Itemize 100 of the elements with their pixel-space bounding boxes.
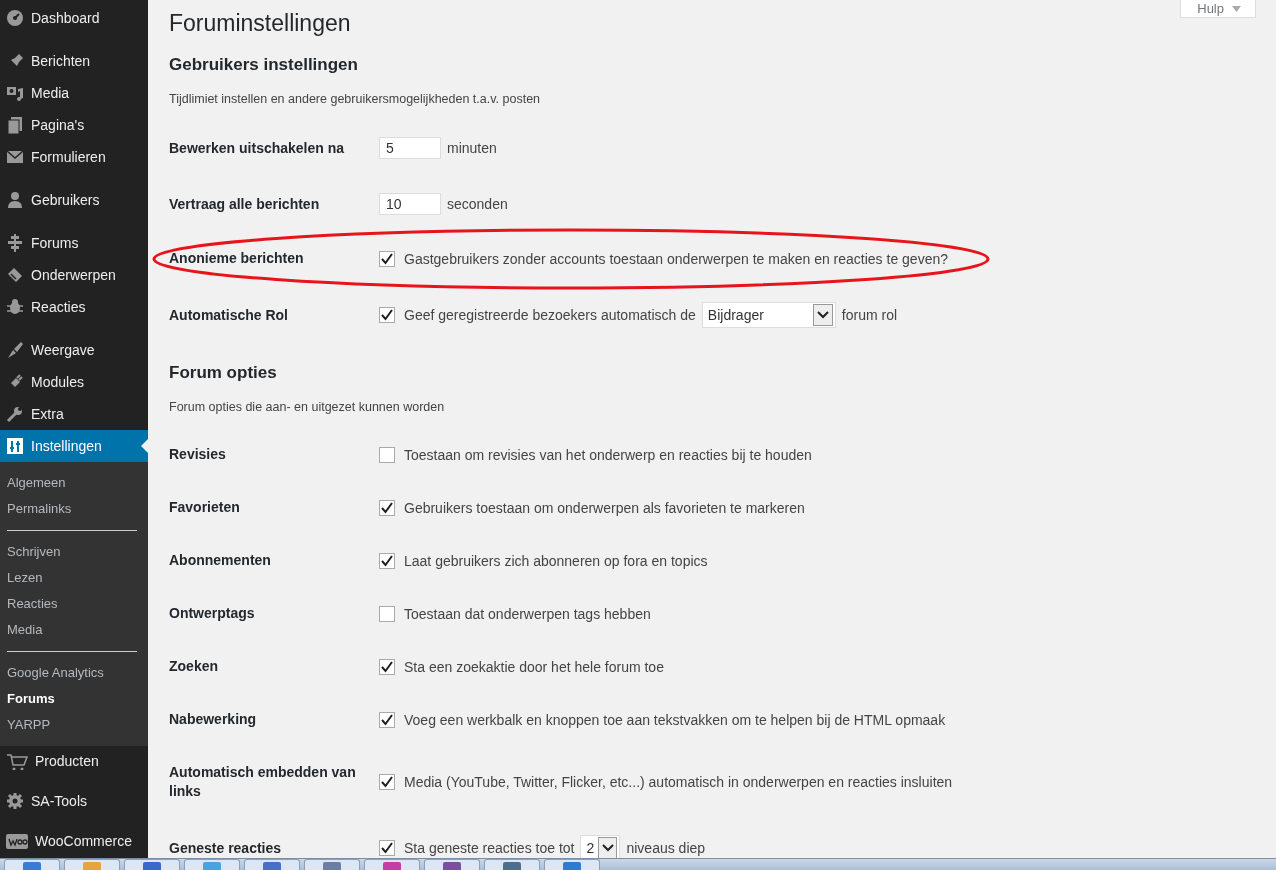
sidebar-item[interactable]: Reacties — [0, 291, 148, 323]
caret-icon — [598, 837, 618, 858]
app-icon — [203, 862, 221, 870]
sidebar-item[interactable]: Gebruikers — [0, 184, 148, 216]
checkbox[interactable] — [379, 250, 395, 267]
taskbar-button[interactable] — [4, 859, 60, 870]
taskbar-button[interactable] — [364, 859, 420, 870]
setting-label: Revisies — [169, 445, 227, 464]
app-icon — [323, 862, 341, 870]
woo-logo-icon — [6, 832, 28, 850]
checkbox[interactable] — [379, 552, 395, 569]
checkbox[interactable] — [379, 840, 395, 856]
checkbox-label: Toestaan dat onderwerpen tags hebben — [404, 605, 651, 622]
setting-label: Ontwerptags — [169, 604, 256, 623]
wrench-icon — [6, 405, 24, 423]
submenu-item[interactable]: Google Analytics — [0, 660, 148, 686]
checkbox-label: Media (YouTube, Twitter, Flicker, etc...) automatisch in onderwerpen en reacties insluiten — [404, 774, 953, 790]
checkbox-label: Laat gebruikers zich abonneren op fora en topics — [404, 552, 708, 569]
media-icon — [6, 84, 24, 102]
checkbox[interactable] — [379, 658, 395, 675]
sidebar-item[interactable]: Forums — [0, 227, 148, 259]
taskbar-button[interactable] — [184, 859, 240, 870]
app-icon — [23, 862, 41, 870]
submenu-item[interactable]: Lezen — [0, 565, 148, 591]
checkbox-label: Sta geneste reacties toe tot — [404, 840, 575, 856]
setting-label: Abonnementen — [169, 551, 272, 570]
submenu-item[interactable]: Algemeen — [0, 470, 148, 496]
setting-label: Zoeken — [169, 657, 219, 676]
page-title: Foruminstellingen — [169, 9, 351, 37]
setting-label: Anonieme berichten — [169, 249, 305, 268]
dropdown-suffix: forum rol — [841, 307, 898, 323]
unit-label: minuten — [447, 140, 497, 156]
checkbox-label: Toestaan om revisies van het onderwerp en reacties bij te houden — [404, 446, 812, 463]
checkbox[interactable] — [379, 446, 395, 463]
submenu-item[interactable]: YARPP — [0, 712, 148, 738]
checkbox-label: Geef geregistreerde bezoekers automatisch de — [404, 307, 696, 323]
app-icon — [143, 862, 161, 870]
cart-icon — [6, 752, 28, 770]
setting-label: Automatische Rol — [169, 305, 289, 325]
checkbox[interactable] — [379, 499, 395, 516]
dropdown[interactable]: Bijdrager — [701, 302, 836, 328]
checkbox-label: Sta een zoekaktie door het hele forum toe — [404, 658, 664, 675]
person-icon — [6, 191, 24, 209]
setting-label: Automatisch embedden van links — [169, 763, 357, 801]
taskbar-button[interactable] — [484, 859, 540, 870]
sidebar-item[interactable]: Extra — [0, 398, 148, 430]
checkbox-label: Voeg een werkbalk en knoppen toe aan tekstvakken om te helpen bij de HTML opmaak — [404, 711, 946, 728]
sidebar-item[interactable]: Modules — [0, 366, 148, 398]
checkbox[interactable] — [379, 711, 395, 728]
sidebar-item[interactable]: Dashboard — [0, 2, 148, 34]
envelope-icon — [6, 148, 24, 166]
caret-icon — [1232, 5, 1241, 12]
submenu-item[interactable]: Permalinks — [0, 496, 148, 522]
gear-icon — [6, 792, 24, 810]
app-icon — [503, 862, 521, 870]
checkbox[interactable] — [379, 307, 395, 323]
taskbar-button[interactable] — [124, 859, 180, 870]
section-heading: Gebruikers instellingen — [169, 54, 359, 76]
sliders-icon — [6, 437, 24, 455]
taskbar-button[interactable] — [544, 859, 600, 870]
taskbar-button[interactable] — [244, 859, 300, 870]
sidebar-item[interactable]: Instellingen — [0, 430, 148, 462]
submenu-item[interactable]: Schrijven — [0, 539, 148, 565]
sidebar-item[interactable]: Berichten — [0, 45, 148, 77]
taskbar-button[interactable] — [424, 859, 480, 870]
submenu-item[interactable]: Reacties — [0, 591, 148, 617]
dropdown-suffix: niveaus diep — [626, 840, 706, 856]
sidebar-item[interactable]: Onderwerpen — [0, 259, 148, 291]
dropdown[interactable]: 2 — [580, 835, 621, 858]
section-description: Forum opties die aan- en uitgezet kunnen worden — [169, 399, 446, 416]
sidebar-item[interactable]: Producten — [0, 746, 148, 776]
section-description: Tijdlimiet instellen en andere gebruikersmogelijkheden t.a.v. posten — [169, 91, 542, 108]
taskbar-button[interactable] — [304, 859, 360, 870]
checkbox-label: Gebruikers toestaan om onderwerpen als favorieten te markeren — [404, 499, 805, 516]
setting-label: Nabewerking — [169, 710, 258, 729]
app-icon — [443, 862, 461, 870]
checkbox[interactable] — [379, 605, 395, 622]
sidebar-item[interactable]: WooCommerce — [0, 826, 148, 856]
submenu-item[interactable]: Forums — [0, 686, 148, 712]
submenu-item[interactable]: Media — [0, 617, 148, 643]
sidebar-item[interactable]: Weergave — [0, 334, 148, 366]
sidebar-item[interactable]: Pagina's — [0, 109, 148, 141]
app-icon — [563, 862, 581, 870]
sidebar-item[interactable]: Formulieren — [0, 141, 148, 173]
stack-icon — [6, 234, 24, 252]
help-button[interactable]: Hulp — [1180, 0, 1256, 18]
caret-icon — [812, 304, 833, 326]
setting-label: Vertraag alle berichten — [169, 194, 321, 214]
app-icon — [263, 862, 281, 870]
sidebar-item[interactable]: SA-Tools — [0, 786, 148, 816]
section-heading: Forum opties — [169, 362, 278, 384]
number-field[interactable]: 10 — [379, 193, 441, 215]
bug-icon — [6, 298, 24, 316]
setting-label: Bewerken uitschakelen na — [169, 138, 346, 158]
checkbox-label: Gastgebruikers zonder accounts toestaan onderwerpen te maken en reacties te geven? — [404, 250, 948, 267]
number-field[interactable]: 5 — [379, 137, 441, 159]
setting-label: Geneste reacties — [169, 838, 283, 858]
sidebar-item[interactable]: Media — [0, 77, 148, 109]
checkbox[interactable] — [379, 774, 395, 790]
gauge-icon — [6, 9, 24, 27]
